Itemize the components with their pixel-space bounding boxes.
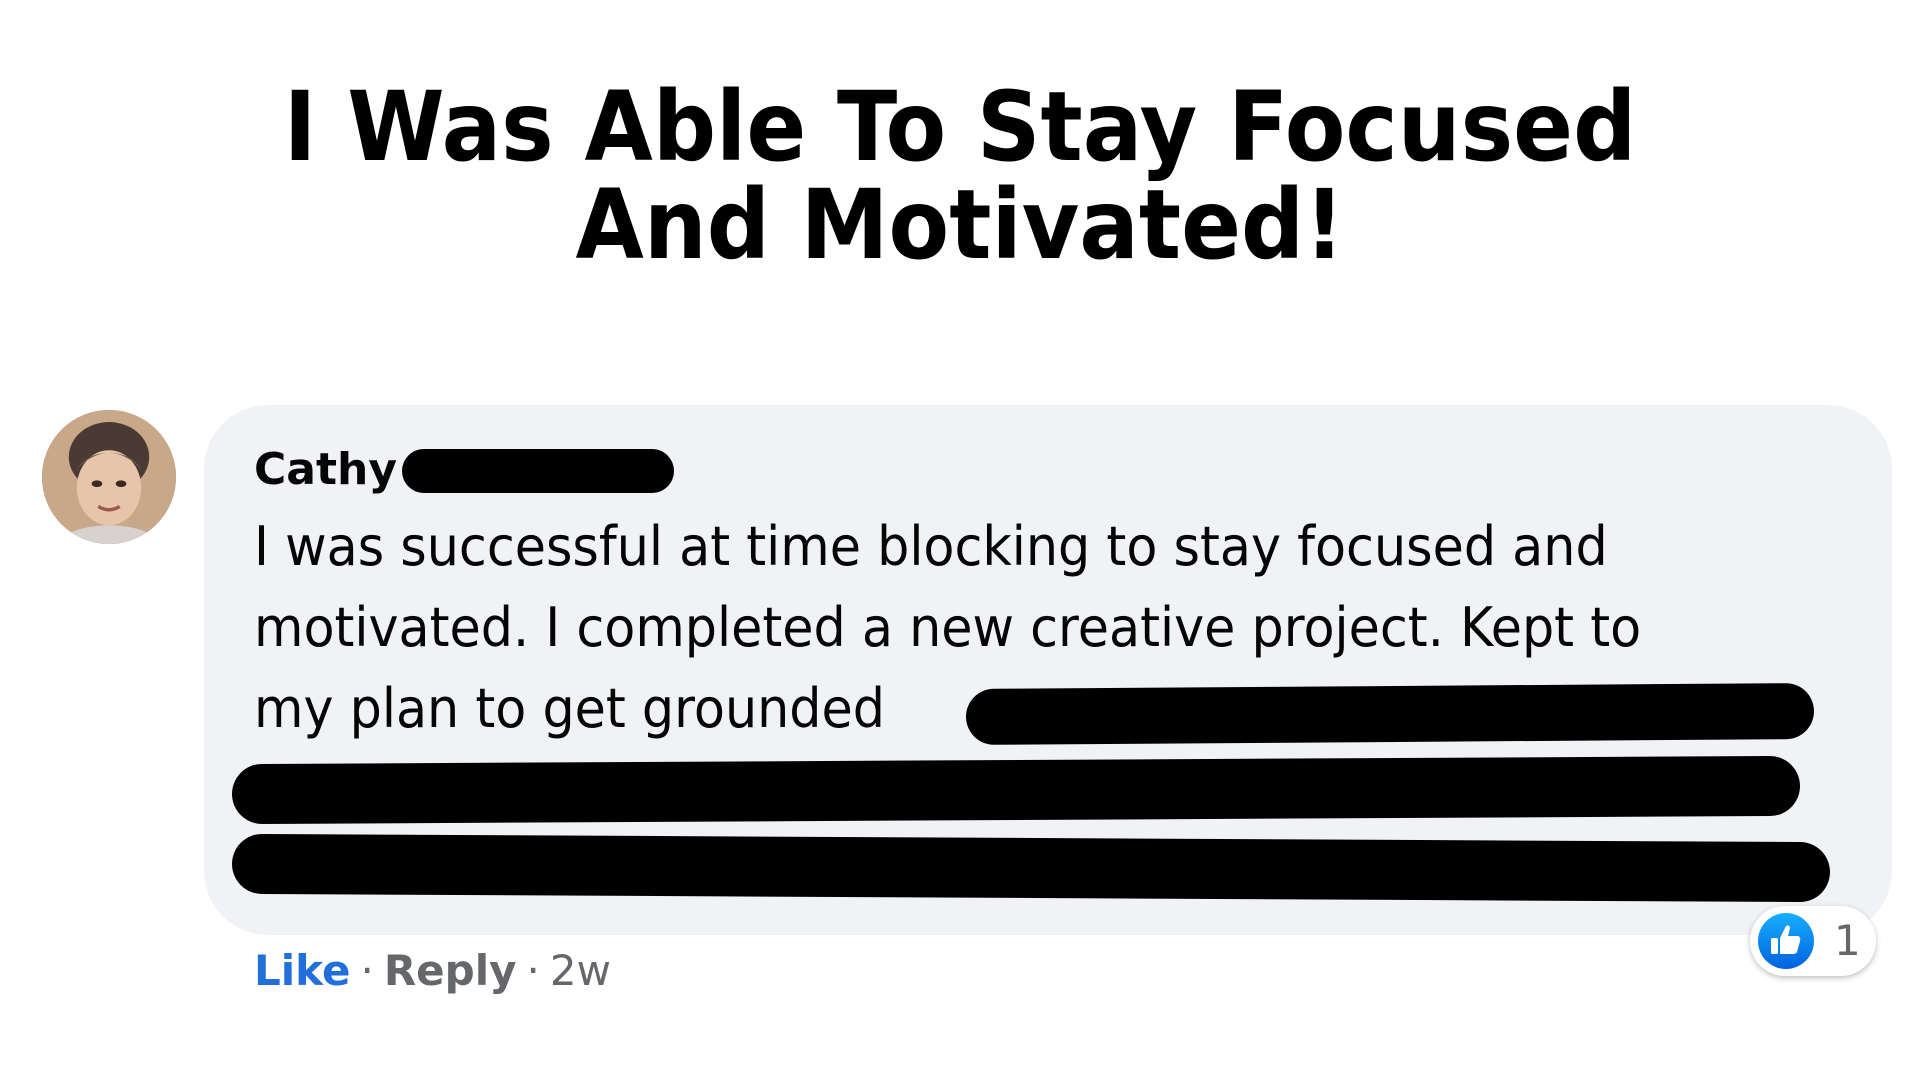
redaction-bar [965,683,1815,745]
redaction-bar [231,755,1801,825]
like-button[interactable]: Like [254,946,350,995]
comment-line-2: motivated. I completed a new creative pr… [254,596,1642,659]
redaction-bar [231,833,1831,903]
redaction-bar [402,449,674,493]
reaction-count: 1 [1834,916,1861,965]
avatar-photo-icon [42,410,176,544]
headline-line-2: And Motivated! [575,169,1345,281]
comment-author[interactable]: Cathy [254,444,397,496]
thumbs-up-icon [1758,913,1814,969]
comment-line-1: I was successful at time blocking to sta… [254,515,1608,578]
reaction-summary[interactable]: 1 [1750,906,1876,976]
avatar[interactable] [42,410,176,544]
headline-line-1: I Was Able To Stay Focused [283,71,1637,183]
reply-button[interactable]: Reply [384,946,517,995]
comment-actions: Like · Reply · 2w [254,944,611,998]
comment-timestamp[interactable]: 2w [550,946,611,995]
separator-dot: · [526,946,540,995]
separator-dot: · [360,946,374,995]
page-title: I Was Able To Stay Focused And Motivated… [77,78,1843,274]
